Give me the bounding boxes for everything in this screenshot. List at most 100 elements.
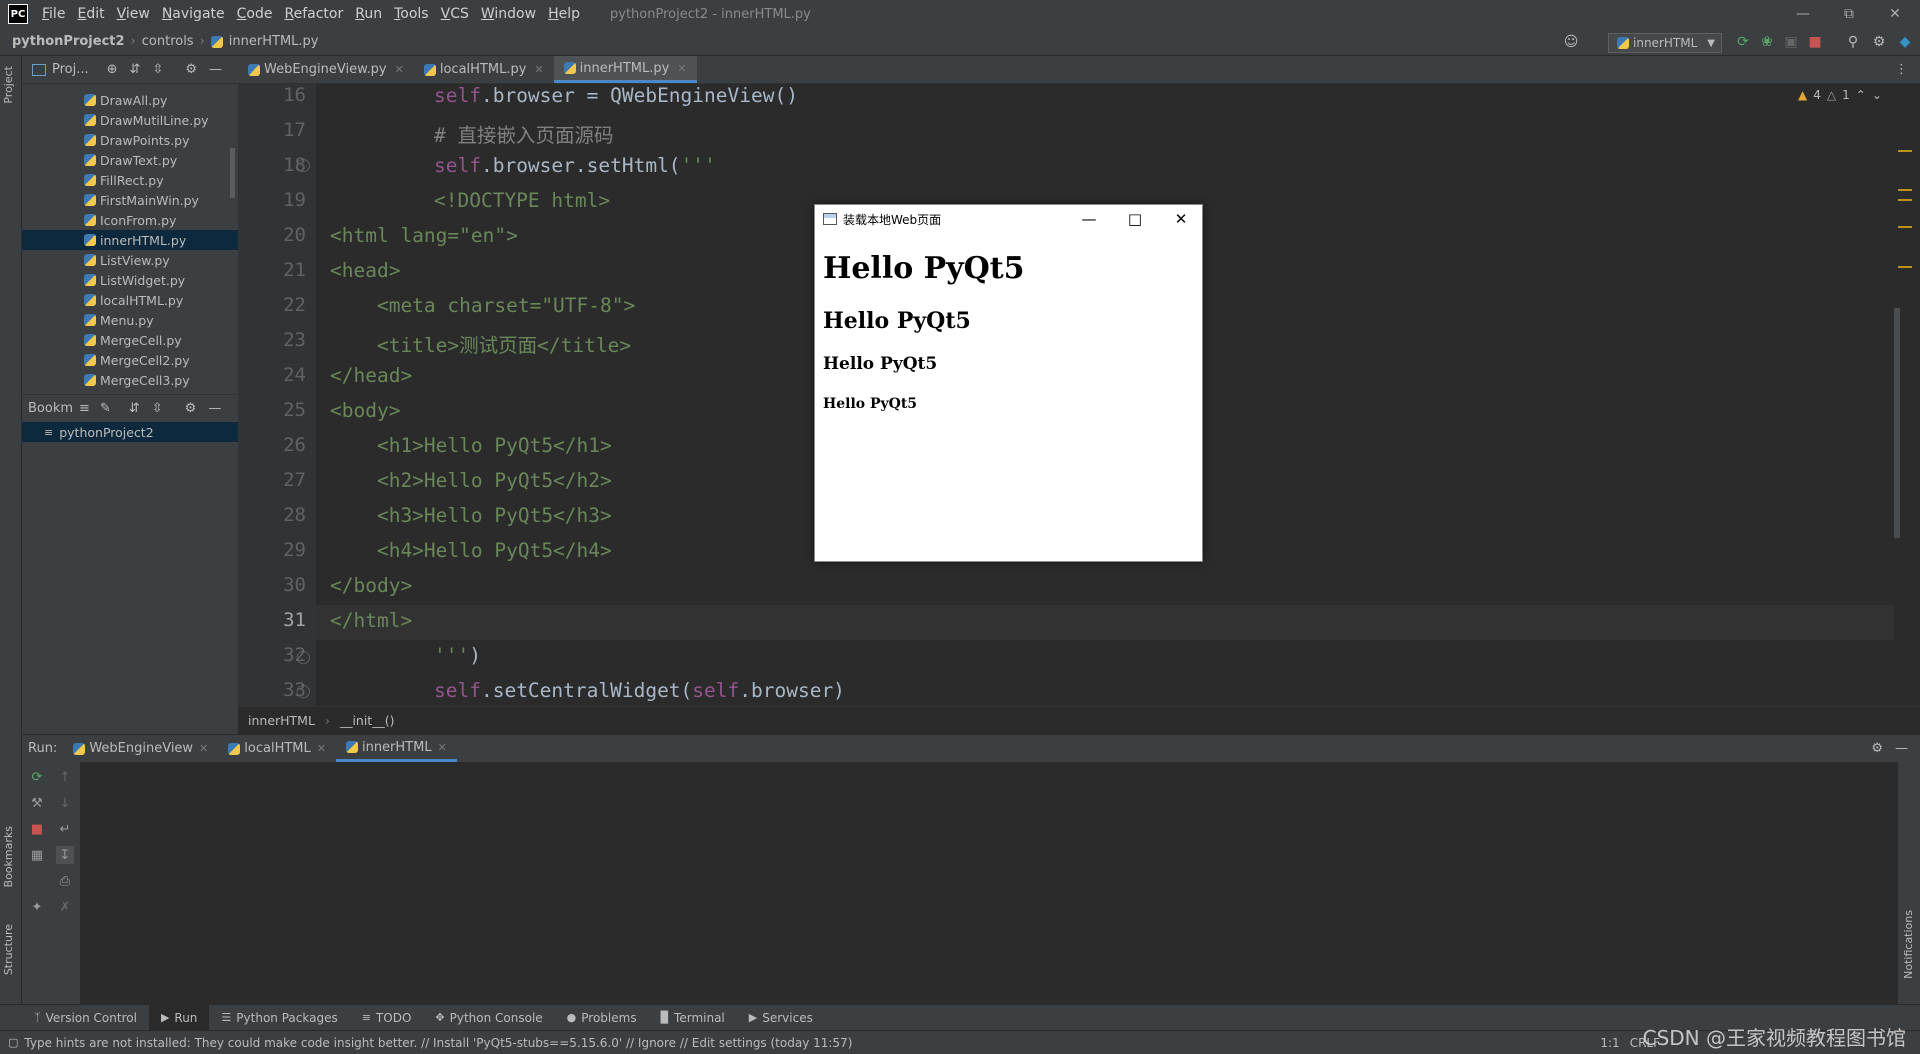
project-panel-title[interactable]: Proj... bbox=[52, 62, 89, 77]
close-tab-icon[interactable]: ✕ bbox=[534, 63, 543, 76]
pin-icon[interactable]: ✦ bbox=[28, 898, 46, 916]
breadcrumb-folder[interactable]: controls bbox=[136, 34, 200, 49]
add-bookmark-icon[interactable]: ≡ bbox=[79, 401, 90, 416]
run-configuration-select[interactable]: innerHTML ▼ bbox=[1608, 33, 1722, 53]
menu-view[interactable]: View bbox=[111, 6, 156, 22]
hide-icon[interactable]: — bbox=[208, 401, 221, 416]
trash-icon[interactable]: ✗ bbox=[56, 898, 74, 916]
print-icon[interactable]: ⎙ bbox=[56, 872, 74, 890]
file-tree-item[interactable]: DrawMutilLine.py bbox=[22, 110, 238, 130]
file-tree-item[interactable]: Menu.py bbox=[22, 310, 238, 330]
terminal-button[interactable]: ▉ Terminal bbox=[649, 1005, 737, 1031]
inspection-widget[interactable]: ▲ 4 △ 1 ⌃ ⌄ bbox=[1798, 88, 1882, 102]
expand-all-icon[interactable]: ⇵ bbox=[130, 62, 141, 77]
menu-file[interactable]: File bbox=[36, 6, 71, 22]
collapse-all-icon[interactable]: ⇳ bbox=[152, 401, 163, 416]
run-tab-localhtml[interactable]: localHTML ✕ bbox=[218, 735, 336, 762]
more-tabs-icon[interactable]: ⋮ bbox=[1895, 56, 1920, 83]
close-tab-icon[interactable]: ✕ bbox=[677, 62, 686, 75]
scroll-to-end-icon[interactable]: ↧ bbox=[56, 846, 74, 864]
project-scrollbar[interactable] bbox=[230, 148, 235, 198]
menu-edit[interactable]: Edit bbox=[71, 6, 110, 22]
gear-icon[interactable]: ⚙ bbox=[185, 62, 197, 77]
jetbrains-icon[interactable]: ◆ bbox=[1896, 33, 1914, 51]
file-tree-item[interactable]: DrawText.py bbox=[22, 150, 238, 170]
coverage-icon[interactable]: ▣ bbox=[1782, 33, 1800, 51]
menu-vcs[interactable]: VCS bbox=[435, 6, 475, 22]
layout-icon[interactable]: ▦ bbox=[28, 846, 46, 864]
breadcrumb-file[interactable]: innerHTML.py bbox=[227, 34, 325, 49]
run-button[interactable]: ▶ Run bbox=[148, 1004, 210, 1031]
tab-innerhtml[interactable]: innerHTML.py ✕ bbox=[553, 56, 697, 83]
services-button[interactable]: ▶ Services bbox=[737, 1005, 825, 1031]
stop-icon[interactable]: ■ bbox=[28, 820, 46, 838]
rerun-icon[interactable]: ⟳ bbox=[28, 768, 46, 786]
bookmarks-tool-label[interactable]: Bookmarks bbox=[2, 826, 15, 887]
rerun-icon[interactable]: ⟳ bbox=[1734, 33, 1752, 51]
warning-marker[interactable] bbox=[1898, 150, 1912, 152]
edit-icon[interactable]: ✎ bbox=[100, 401, 111, 416]
warning-marker[interactable] bbox=[1898, 189, 1912, 191]
bookmark-item[interactable]: ≡ pythonProject2 bbox=[22, 422, 238, 442]
chevron-down-icon[interactable]: ⌄ bbox=[1872, 88, 1882, 102]
notifications-tool-label[interactable]: Notifications bbox=[1902, 910, 1915, 979]
collapse-all-icon[interactable]: ⇳ bbox=[152, 62, 163, 77]
file-tree-item[interactable]: ListWidget.py bbox=[22, 270, 238, 290]
warning-marker[interactable] bbox=[1898, 199, 1912, 201]
file-tree-item-selected[interactable]: innerHTML.py bbox=[22, 230, 238, 250]
run-tab-webengineview[interactable]: WebEngineView ✕ bbox=[63, 735, 218, 762]
gear-icon[interactable]: ⚙ bbox=[185, 401, 197, 416]
file-tree-item[interactable]: MergeCell2.py bbox=[22, 350, 238, 370]
warning-marker[interactable] bbox=[1898, 226, 1912, 228]
menu-refactor[interactable]: Refactor bbox=[278, 6, 349, 22]
minimize-icon[interactable]: — bbox=[1780, 0, 1826, 28]
file-tree-item[interactable]: FillRect.py bbox=[22, 170, 238, 190]
close-tab-icon[interactable]: ✕ bbox=[199, 742, 208, 755]
debug-icon[interactable]: ❀ bbox=[1758, 33, 1776, 51]
gear-icon[interactable]: ⚙ bbox=[1870, 33, 1888, 51]
expand-all-icon[interactable]: ⇵ bbox=[129, 401, 140, 416]
close-icon[interactable]: ✕ bbox=[1872, 0, 1918, 28]
file-tree-item[interactable]: FirstMainWin.py bbox=[22, 190, 238, 210]
close-tab-icon[interactable]: ✕ bbox=[395, 63, 404, 76]
editor-scrollbar[interactable] bbox=[1894, 308, 1900, 538]
maximize-icon[interactable]: □ bbox=[1112, 205, 1158, 233]
locate-icon[interactable]: ⊕ bbox=[107, 62, 118, 77]
warning-marker[interactable] bbox=[1898, 266, 1912, 268]
tab-webengineview[interactable]: WebEngineView.py ✕ bbox=[238, 56, 414, 83]
file-tree-item[interactable]: ListView.py bbox=[22, 250, 238, 270]
file-tree-item[interactable]: MergeCell.py bbox=[22, 330, 238, 350]
structure-tool-label[interactable]: Structure bbox=[2, 924, 15, 975]
soft-wrap-icon[interactable]: ↵ bbox=[56, 820, 74, 838]
menu-run[interactable]: Run bbox=[349, 6, 388, 22]
file-tree-item[interactable]: localHTML.py bbox=[22, 290, 238, 310]
gear-icon[interactable]: ⚙ bbox=[1865, 735, 1889, 762]
file-tree-item[interactable]: DrawAll.py bbox=[22, 90, 238, 110]
run-tab-innerhtml[interactable]: innerHTML ✕ bbox=[335, 735, 457, 762]
python-console-button[interactable]: ✥ Python Console bbox=[423, 1005, 554, 1031]
menu-tools[interactable]: Tools bbox=[388, 6, 435, 22]
caret-position[interactable]: 1:1 bbox=[1600, 1036, 1619, 1050]
breadcrumb-project[interactable]: pythonProject2 bbox=[0, 34, 131, 49]
menu-help[interactable]: Help bbox=[542, 6, 586, 22]
restore-icon[interactable]: ⧉ bbox=[1826, 0, 1872, 28]
bookmarks-title[interactable]: Bookm bbox=[28, 401, 73, 416]
hide-icon[interactable]: — bbox=[209, 62, 222, 77]
breadcrumb-method[interactable]: __init__() bbox=[330, 713, 405, 728]
tab-localhtml[interactable]: localHTML.py ✕ bbox=[414, 56, 554, 83]
todo-button[interactable]: ≡ TODO bbox=[350, 1005, 424, 1031]
minimize-icon[interactable]: — bbox=[1066, 205, 1112, 233]
user-icon[interactable]: ☺ bbox=[1562, 33, 1580, 51]
status-window-icon[interactable]: ▢ bbox=[8, 1036, 18, 1049]
fold-icon[interactable]: ◯ bbox=[296, 684, 311, 699]
project-tool-label[interactable]: Project bbox=[2, 66, 15, 104]
wrench-icon[interactable]: ⚒ bbox=[28, 794, 46, 812]
run-output-console[interactable] bbox=[80, 762, 1898, 1004]
arrow-down-icon[interactable]: ↓ bbox=[56, 794, 74, 812]
breadcrumb-class[interactable]: innerHTML bbox=[238, 713, 325, 728]
search-icon[interactable]: ⚲ bbox=[1844, 33, 1862, 51]
menu-window[interactable]: Window bbox=[475, 6, 542, 22]
fold-icon[interactable]: ◯ bbox=[296, 650, 311, 665]
version-control-button[interactable]: ᛉ Version Control bbox=[0, 1005, 149, 1031]
stop-icon[interactable]: ■ bbox=[1806, 33, 1824, 51]
